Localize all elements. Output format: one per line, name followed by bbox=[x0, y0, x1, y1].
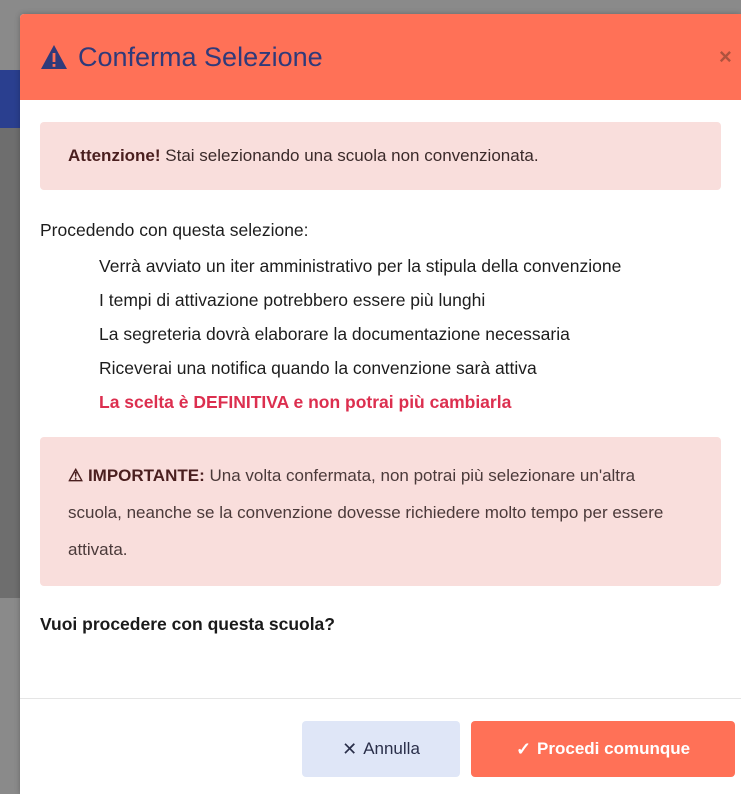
modal-footer: ✕ Annulla ✓ Procedi comunque bbox=[20, 698, 741, 794]
attention-text: Stai selezionando una scuola non convenz… bbox=[160, 146, 539, 165]
list-item: Verrà avviato un iter amministrativo per… bbox=[99, 256, 622, 276]
close-icon: ✕ bbox=[342, 738, 358, 759]
attention-alert: Attenzione! Stai selezionando una scuola… bbox=[40, 122, 721, 190]
close-button[interactable]: × bbox=[719, 42, 741, 72]
attention-label: Attenzione! bbox=[68, 146, 161, 165]
proceed-button-label: Procedi comunque bbox=[537, 739, 691, 758]
list-item: La segreteria dovrà elaborare la documen… bbox=[99, 324, 570, 344]
consequences-list: Verrà avviato un iter amministrativo per… bbox=[40, 249, 721, 419]
consequences-intro: Procedendo con questa selezione: bbox=[40, 220, 309, 240]
cancel-button[interactable]: ✕ Annulla bbox=[302, 721, 460, 777]
list-item: Riceverai una notifica quando la convenz… bbox=[99, 358, 537, 378]
warning-icon bbox=[40, 44, 68, 70]
confirm-question: Vuoi procedere con questa scuola? bbox=[40, 614, 335, 634]
background-app-strip bbox=[0, 70, 22, 128]
modal-header: Conferma Selezione × bbox=[20, 14, 741, 100]
modal-title: Conferma Selezione bbox=[40, 42, 323, 73]
important-label: ⚠ IMPORTANTE: bbox=[68, 466, 205, 485]
cancel-button-label: Annulla bbox=[363, 739, 420, 758]
important-alert: ⚠ IMPORTANTE: Una volta confermata, non … bbox=[40, 437, 721, 586]
check-icon: ✓ bbox=[515, 738, 532, 759]
proceed-anyway-button[interactable]: ✓ Procedi comunque bbox=[471, 721, 735, 777]
definitive-warning-item: La scelta è DEFINITIVA e non potrai più … bbox=[99, 392, 512, 412]
background-app-panel bbox=[0, 128, 22, 598]
confirm-selection-modal: Conferma Selezione × Attenzione! Stai se… bbox=[20, 14, 741, 794]
modal-body: Attenzione! Stai selezionando una scuola… bbox=[20, 100, 741, 635]
modal-title-text: Conferma Selezione bbox=[78, 41, 323, 72]
list-item: I tempi di attivazione potrebbero essere… bbox=[99, 290, 486, 310]
